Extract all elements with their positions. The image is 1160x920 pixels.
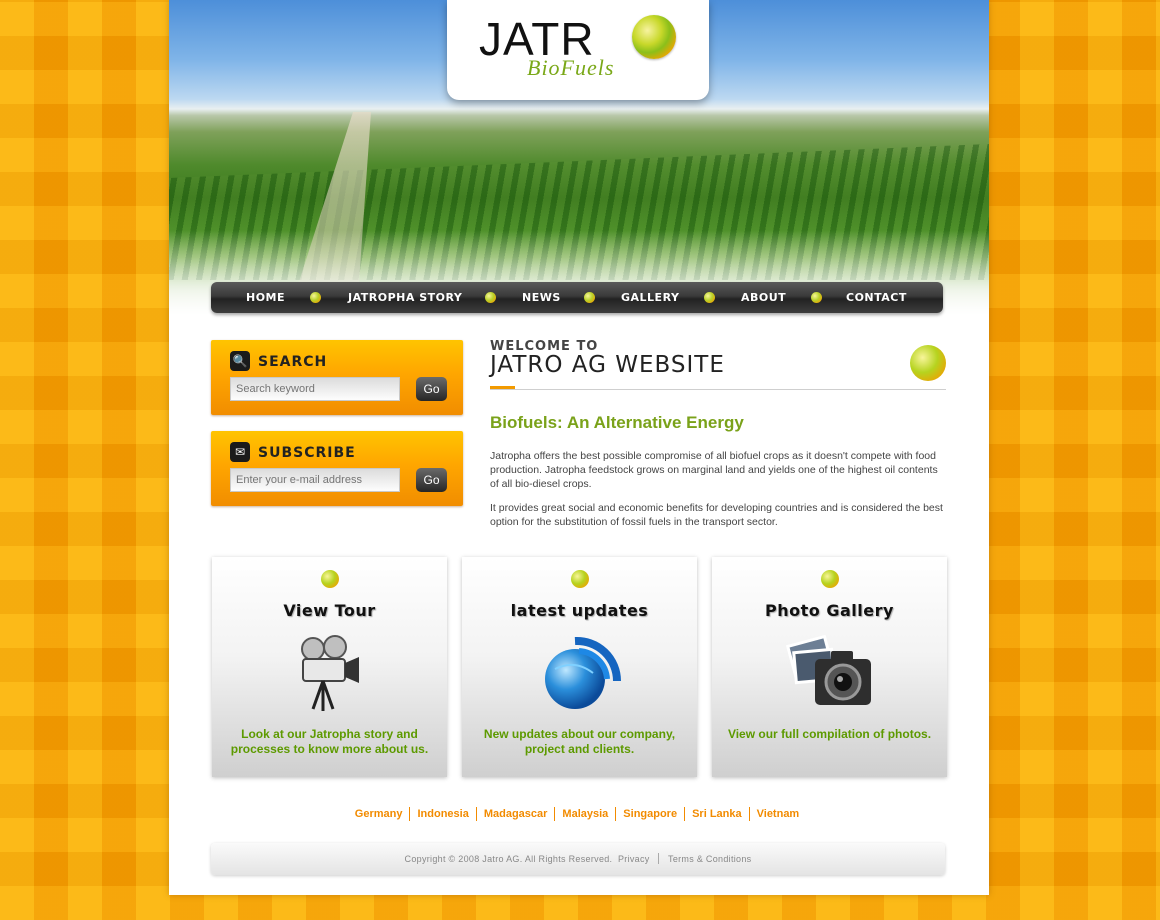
logo[interactable]: JATR BioFuels [447,0,709,100]
terms-link[interactable]: Terms & Conditions [668,854,751,864]
feature-description: Look at our Jatropha story and processes… [230,727,429,756]
country-link-madagascar[interactable]: Madagascar [475,807,555,821]
country-link-sri-lanka[interactable]: Sri Lanka [684,807,749,821]
privacy-link[interactable]: Privacy [618,854,650,864]
feature-title: latest updates [510,601,649,620]
nav-gallery[interactable]: Gallery [621,282,679,313]
main-nav: Home Jatropha Story News Gallery About C… [211,282,943,313]
feature-description: View our full compilation of photos. [727,727,932,741]
email-field[interactable] [230,468,400,492]
country-link-germany[interactable]: Germany [348,807,410,821]
article-paragraph: Jatropha offers the best possible compro… [490,450,938,490]
camera-photos-icon [785,634,871,705]
nav-about[interactable]: About [741,282,786,313]
orb-icon [820,570,839,588]
country-link-singapore[interactable]: Singapore [615,807,684,821]
nav-separator-icon [811,292,822,303]
subscribe-title: Subscribe [258,445,356,461]
movie-camera-icon [300,635,359,711]
nav-separator-icon [584,292,595,303]
search-title: Search [258,354,328,370]
article-headline: Biofuels: An Alternative Energy [490,413,744,432]
footer: Copyright © 2008 Jatro AG. All Rights Re… [211,843,945,875]
header-banner: JATR BioFuels Home Jatropha Story News G… [169,0,989,330]
feature-title: View Tour [283,601,376,620]
feature-latest-updates[interactable]: latest updates New updates about our com… [462,557,697,777]
banner-fade [169,230,989,330]
logo-orb-icon [632,15,676,59]
page-container: JATR BioFuels Home Jatropha Story News G… [169,0,989,895]
nav-separator-icon [704,292,715,303]
envelope-icon: ✉ [230,442,250,462]
copyright-text: Copyright © 2008 Jatro AG. All Rights Re… [404,854,613,864]
nav-contact[interactable]: Contact [846,282,907,313]
footer-text: Copyright © 2008 Jatro AG. All Rights Re… [211,853,945,864]
search-icon: 🔍 [230,351,250,371]
logo-tagline: BioFuels [527,55,615,80]
nav-news[interactable]: News [522,282,561,313]
nav-separator-icon [310,292,321,303]
orb-icon [570,570,589,588]
nav-separator-icon [485,292,496,303]
country-link-vietnam[interactable]: Vietnam [748,807,807,821]
footer-divider [658,853,660,864]
country-link-malaysia[interactable]: Malaysia [554,807,615,821]
globe-rss-icon [544,636,621,709]
feature-title: Photo Gallery [765,601,894,620]
feature-view-tour[interactable]: View Tour Look at our Jatropha story and… [212,557,447,777]
page-title: Jatro AG Website [490,352,725,378]
orb-icon [910,345,946,381]
subscribe-go-button[interactable]: Go [416,468,447,492]
orb-icon [320,570,339,588]
nav-home[interactable]: Home [246,282,285,313]
feature-description: New updates about our company, project a… [483,727,676,756]
nav-jatropha-story[interactable]: Jatropha Story [348,282,462,313]
country-links: Germany Indonesia Madagascar Malaysia Singap… [211,807,943,821]
search-go-button[interactable]: Go [416,377,447,401]
article-paragraph: It provides great social and economic be… [490,502,943,528]
search-panel: 🔍 Search Go [211,340,463,415]
search-input[interactable] [230,377,400,401]
subscribe-panel: ✉ Subscribe Go [211,431,463,506]
feature-photo-gallery[interactable]: Photo Gallery View our full compilation … [712,557,947,777]
title-divider [490,389,946,390]
country-link-indonesia[interactable]: Indonesia [409,807,475,821]
